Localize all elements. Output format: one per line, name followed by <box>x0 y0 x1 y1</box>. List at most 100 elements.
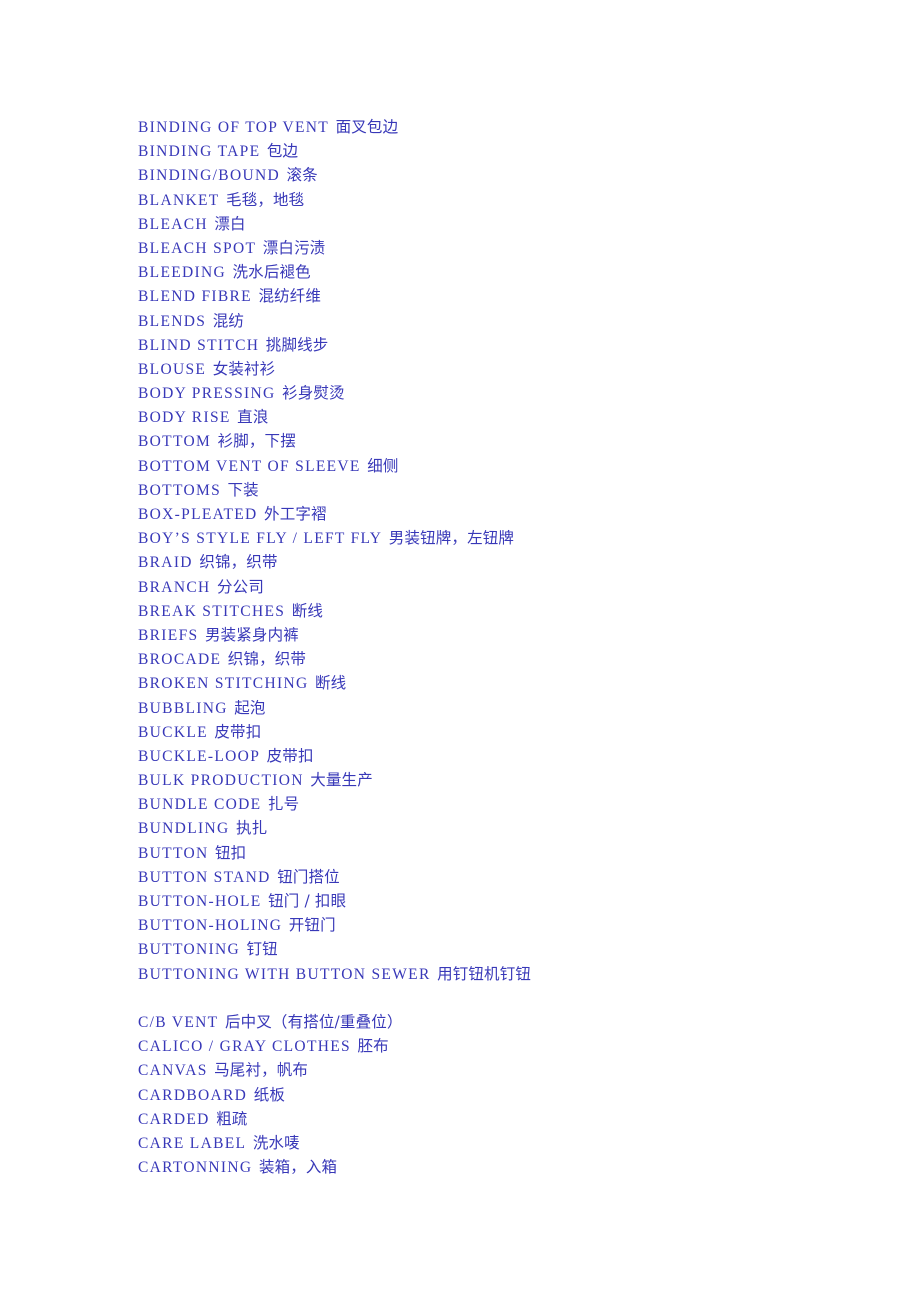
glossary-entry: BUNDLE CODE 扎号 <box>138 792 920 816</box>
glossary-entry: CANVAS 马尾衬，帆布 <box>138 1058 920 1082</box>
entry-gloss: 衫身熨烫 <box>282 384 345 403</box>
glossary-entry: BOY’S STYLE FLY / LEFT FLY 男装钮牌，左钮牌 <box>138 526 920 550</box>
glossary-entry: BRAID 织锦，织带 <box>138 550 920 574</box>
entry-term: BLOUSE <box>138 360 207 378</box>
entry-gloss: 钮门搭位 <box>277 867 340 886</box>
entry-term: BLENDS <box>138 312 207 330</box>
glossary-entry: BUCKLE-LOOP 皮带扣 <box>138 744 920 768</box>
glossary-entry: BROKEN STITCHING 断线 <box>138 671 920 695</box>
entry-gloss: 直浪 <box>237 408 269 427</box>
glossary-entry: BROCADE 织锦，织带 <box>138 647 920 671</box>
entry-term: BOTTOMS <box>138 481 222 499</box>
glossary-entry: C/B VENT 后中叉（有搭位/重叠位） <box>138 1010 920 1034</box>
glossary-entry: BRIEFS 男装紧身内裤 <box>138 623 920 647</box>
entry-gloss: 下装 <box>227 480 259 499</box>
glossary-entry: BOTTOMS 下装 <box>138 478 920 502</box>
glossary-entry: BUTTON 钮扣 <box>138 841 920 865</box>
entry-term: CARDBOARD <box>138 1086 248 1104</box>
entry-term: BUNDLE CODE <box>138 796 262 814</box>
entry-gloss: 漂白 <box>214 214 246 233</box>
glossary-entry: BODY RISE 直浪 <box>138 405 920 429</box>
entry-gloss: 扎号 <box>267 795 300 814</box>
entry-term: BOY’S STYLE FLY / LEFT FLY <box>138 530 383 548</box>
glossary-entry: BLIND STITCH 挑脚线步 <box>138 333 920 357</box>
entry-term: BUTTON STAND <box>138 868 271 886</box>
glossary-entry: BUTTON-HOLING 开钮门 <box>138 913 920 937</box>
glossary-entry: BUTTON-HOLE 钮门 / 扣眼 <box>138 889 920 913</box>
glossary-entry: BLEACH 漂白 <box>138 212 920 236</box>
glossary-entry: BOTTOM 衫脚，下摆 <box>138 429 920 453</box>
entry-gloss: 混纺 <box>212 311 244 330</box>
entry-term: BUTTONING <box>138 941 240 959</box>
entry-gloss: 皮带扣 <box>266 746 314 765</box>
entry-term: BRIEFS <box>138 626 199 644</box>
entry-gloss: 漂白污渍 <box>262 238 326 257</box>
entry-gloss: 钮扣 <box>214 843 247 862</box>
entry-term: BODY PRESSING <box>138 385 276 403</box>
entry-term: BUBBLING <box>138 699 228 717</box>
entry-term: BOTTOM <box>138 433 212 451</box>
glossary-entry: CARDBOARD 纸板 <box>138 1083 920 1107</box>
entry-gloss: 挑脚线步 <box>265 335 329 354</box>
glossary-entry: BODY PRESSING 衫身熨烫 <box>138 381 920 405</box>
entry-term: BROKEN STITCHING <box>138 675 309 693</box>
glossary-entry: BLOUSE 女装衬衫 <box>138 357 920 381</box>
entry-gloss: 分公司 <box>217 577 264 596</box>
entry-gloss: 面叉包边 <box>335 118 399 136</box>
entry-gloss: 外工字褶 <box>264 505 327 523</box>
glossary-entry: CARE LABEL 洗水唛 <box>138 1131 920 1155</box>
entry-term: BRAID <box>138 554 193 572</box>
entry-term: CARTONNING <box>138 1159 253 1177</box>
entry-gloss: 混纺纤维 <box>258 287 322 306</box>
entry-term: BLEACH <box>138 215 208 233</box>
entry-gloss: 皮带扣 <box>214 722 262 741</box>
entry-term: BLEEDING <box>138 264 227 282</box>
glossary-entry: BUCKLE 皮带扣 <box>138 720 920 744</box>
entry-term: BUTTON <box>138 844 209 862</box>
entry-gloss: 女装衬衫 <box>212 359 276 378</box>
glossary-entry: BUNDLING 执扎 <box>138 816 920 840</box>
entry-term: BINDING OF TOP VENT <box>138 119 330 136</box>
glossary-entry: BLEEDING 洗水后褪色 <box>138 260 920 284</box>
glossary-entry: BINDING OF TOP VENT 面叉包边 <box>138 115 920 139</box>
glossary-entry: BUBBLING 起泡 <box>138 696 920 720</box>
glossary-entry: BLEND FIBRE 混纺纤维 <box>138 284 920 308</box>
entry-term: BLANKET <box>138 191 220 209</box>
entry-gloss: 滚条 <box>286 166 318 185</box>
glossary-entry: CARTONNING 装箱，入箱 <box>138 1155 920 1179</box>
glossary-entry: BUTTONING WITH BUTTON SEWER 用钉钮机钉钮 <box>138 962 920 986</box>
glossary-entry: BLEACH SPOT 漂白污渍 <box>138 236 920 260</box>
entry-gloss: 洗水唛 <box>252 1133 300 1152</box>
entry-gloss: 钉钮 <box>246 940 278 959</box>
glossary-entry: CALICO / GRAY CLOTHES 胚布 <box>138 1034 920 1058</box>
glossary-entry: BINDING/BOUND 滚条 <box>138 163 920 187</box>
entry-term: BLEND FIBRE <box>138 288 252 306</box>
entry-term: BREAK STITCHES <box>138 602 286 620</box>
entry-term: BUNDLING <box>138 820 230 838</box>
entry-gloss: 开钮门 <box>288 916 336 935</box>
entry-gloss: 包边 <box>266 142 299 161</box>
entry-term: BUTTONING WITH BUTTON SEWER <box>138 965 431 983</box>
entry-gloss: 装箱，入箱 <box>258 1158 338 1177</box>
entry-gloss: 衫脚，下摆 <box>217 432 296 451</box>
glossary-entry: BREAK STITCHES 断线 <box>138 599 920 623</box>
entry-gloss: 纸板 <box>253 1085 285 1104</box>
entry-term: CANVAS <box>138 1062 208 1080</box>
glossary-entry: BUTTON STAND 钮门搭位 <box>138 865 920 889</box>
entry-term: BUTTON-HOLE <box>138 893 262 910</box>
entry-term: C/B VENT <box>138 1013 219 1031</box>
entry-gloss: 执扎 <box>235 819 268 838</box>
entry-term: BODY RISE <box>138 409 231 427</box>
entry-gloss: 大量生产 <box>310 771 373 790</box>
entry-term: BLEACH SPOT <box>138 239 257 257</box>
entry-gloss: 毛毯，地毯 <box>226 190 305 209</box>
glossary-entry: BOTTOM VENT OF SLEEVE 细侧 <box>138 454 920 478</box>
entry-gloss: 起泡 <box>234 698 266 717</box>
entry-term: BINDING TAPE <box>138 143 261 161</box>
entry-gloss: 织锦，织带 <box>227 650 307 669</box>
entry-term: BUTTON-HOLING <box>138 917 283 935</box>
entry-gloss: 用钉钮机钉钮 <box>437 964 532 983</box>
document-page: BINDING OF TOP VENT 面叉包边 BINDING TAPE 包边 BIN… <box>0 0 920 1302</box>
entry-gloss: 粗疏 <box>216 1109 248 1128</box>
entry-gloss: 胚布 <box>357 1037 389 1056</box>
